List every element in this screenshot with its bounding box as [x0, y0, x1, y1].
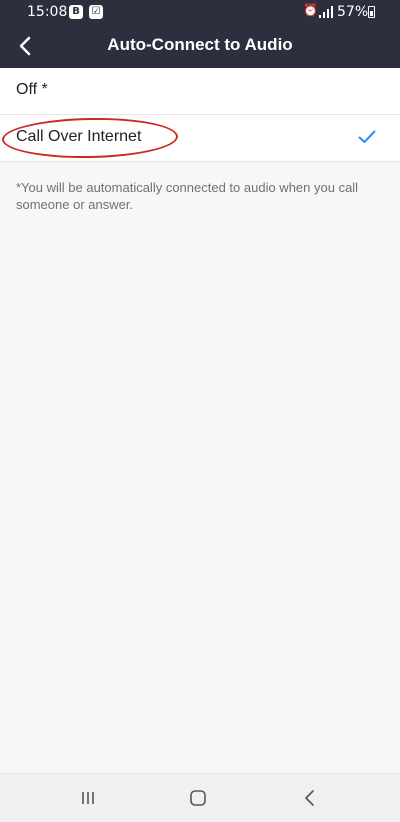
battery-percent: 57%	[337, 4, 369, 20]
home-icon	[190, 790, 206, 806]
app-notification-check-icon: ☑	[89, 5, 103, 19]
chevron-left-icon	[19, 36, 31, 56]
battery-icon	[368, 6, 375, 18]
header: Auto-Connect to Audio	[0, 24, 400, 68]
app-notification-b-icon: B	[69, 5, 83, 19]
recents-button[interactable]	[76, 786, 100, 810]
alarm-icon: ⏰	[303, 3, 318, 17]
auto-connect-note: *You will be automatically connected to …	[16, 180, 359, 212]
back-button[interactable]	[8, 28, 44, 64]
home-button[interactable]	[186, 786, 210, 810]
status-bar: 15:08 B ☑ ⏰ 57%	[0, 0, 400, 24]
option-label: Call Over Internet	[16, 128, 142, 145]
system-back-button[interactable]	[298, 786, 322, 810]
back-arrow-icon	[305, 790, 314, 806]
recents-icon	[82, 792, 94, 804]
page-title: Auto-Connect to Audio	[107, 35, 293, 54]
option-off[interactable]: Off *	[0, 68, 400, 115]
option-label: Off *	[16, 81, 48, 98]
system-navigation-bar	[0, 773, 400, 822]
option-call-over-internet[interactable]: Call Over Internet	[0, 115, 400, 162]
audio-options-list: Off * Call Over Internet	[0, 68, 400, 162]
status-time: 15:08	[27, 4, 68, 20]
checkmark-icon	[358, 130, 376, 143]
signal-icon	[319, 6, 333, 18]
